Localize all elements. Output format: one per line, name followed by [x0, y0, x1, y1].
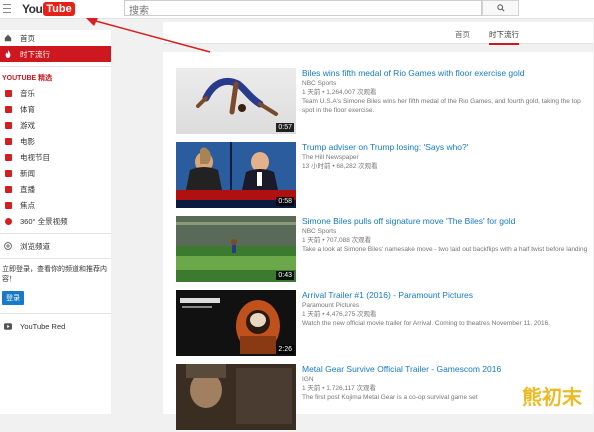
video-description: Team U.S.A's Simone Biles wins her fifth… — [302, 97, 592, 115]
watermark: 熊初末 — [522, 381, 582, 410]
video-info: Arrival Trailer #1 (2016) - Paramount Pi… — [302, 290, 592, 328]
logo-tube: Tube — [43, 2, 74, 16]
home-icon — [4, 34, 12, 42]
divider — [0, 313, 111, 314]
sidebar-item-label: 电视节目 — [20, 152, 50, 163]
sidebar-item-youtube-red[interactable]: YouTube Red — [0, 318, 111, 334]
sidebar-item-label: 时下流行 — [20, 49, 50, 60]
video-title[interactable]: Simone Biles pulls off signature move 'T… — [302, 216, 592, 227]
sidebar-item-movies[interactable]: 电影 — [0, 133, 111, 149]
plus-circle-icon — [4, 242, 12, 250]
sidebar-item-sports[interactable]: 体育 — [0, 101, 111, 117]
video-description: Watch the new official movie trailer for… — [302, 319, 592, 328]
360-icon — [5, 218, 12, 225]
sidebar-item-label: 首页 — [20, 33, 35, 44]
video-list: 0:57 Biles wins fifth medal of Rio Games… — [163, 52, 593, 414]
sidebar-item-label: 电影 — [20, 136, 35, 147]
news-icon — [5, 170, 12, 177]
divider — [0, 233, 111, 234]
tab-home[interactable]: 首页 — [455, 29, 470, 40]
signin-prompt: 立即登录，查看你的频道和推荐内容！ — [0, 263, 111, 287]
video-thumbnail[interactable]: 0:58 — [176, 142, 296, 208]
sidebar-item-tv[interactable]: 电视节目 — [0, 149, 111, 165]
video-meta: 13 小时前 • 68,282 次观看 — [302, 162, 592, 171]
live-icon — [5, 186, 12, 193]
flame-icon — [4, 50, 12, 58]
sidebar-item-label: 360° 全景视频 — [20, 216, 68, 227]
sidebar-item-live[interactable]: 直播 — [0, 181, 111, 197]
sidebar-item-music[interactable]: 音乐 — [0, 85, 111, 101]
logo-you: You — [22, 2, 42, 16]
game-trailer-image — [176, 364, 296, 430]
signin-button[interactable]: 登录 — [2, 291, 24, 305]
sidebar-item-label: 直播 — [20, 184, 35, 195]
video-title[interactable]: Metal Gear Survive Official Trailer - Ga… — [302, 364, 592, 375]
youtube-red-icon — [4, 322, 12, 330]
video-title[interactable]: Arrival Trailer #1 (2016) - Paramount Pi… — [302, 290, 592, 301]
sidebar-item-label: 游戏 — [20, 120, 35, 131]
search-box — [124, 0, 482, 16]
youtube-logo[interactable]: You Tube — [22, 1, 75, 17]
video-duration: 0:43 — [276, 271, 294, 280]
video-meta: 1 天前 • 707,088 次观看 — [302, 236, 592, 245]
menu-icon[interactable] — [3, 4, 11, 14]
spotlight-icon — [5, 202, 12, 209]
video-info: Biles wins fifth medal of Rio Games with… — [302, 68, 592, 115]
sidebar-item-label: 体育 — [20, 104, 35, 115]
video-description: Take a look at Simone Biles' namesake mo… — [302, 245, 592, 254]
video-duration: 0:57 — [276, 123, 294, 132]
tab-trending[interactable]: 时下流行 — [489, 29, 519, 45]
video-title[interactable]: Trump adviser on Trump losing: 'Says who… — [302, 142, 592, 153]
sidebar-item-spotlight[interactable]: 焦点 — [0, 197, 111, 213]
sidebar-item-label: 浏览频道 — [20, 241, 50, 252]
video-channel[interactable]: NBC Sports — [302, 227, 592, 236]
sports-icon — [5, 106, 12, 113]
sidebar-section-title: YOUTUBE 精选 — [0, 71, 111, 85]
video-thumbnail[interactable]: 0:57 — [176, 68, 296, 134]
search-icon — [497, 4, 505, 12]
annotation-arrow — [82, 16, 212, 56]
video-thumbnail[interactable]: 2:26 — [176, 290, 296, 356]
sidebar-item-360[interactable]: 360° 全景视频 — [0, 213, 111, 229]
video-info: Simone Biles pulls off signature move 'T… — [302, 216, 592, 254]
video-duration: 2:26 — [276, 345, 294, 354]
video-thumbnail[interactable]: 0:43 — [176, 216, 296, 282]
video-info: Trump adviser on Trump losing: 'Says who… — [302, 142, 592, 171]
list-item[interactable]: 2:26 Arrival Trailer #1 (2016) - Paramou… — [176, 290, 586, 358]
video-channel[interactable]: NBC Sports — [302, 79, 592, 88]
video-channel[interactable]: Paramount Pictures — [302, 301, 592, 310]
sidebar-item-label: 焦点 — [20, 200, 35, 211]
video-meta: 1 天前 • 1,264,007 次观看 — [302, 88, 592, 97]
divider — [0, 66, 111, 67]
sidebar-item-gaming[interactable]: 游戏 — [0, 117, 111, 133]
sidebar-item-browse-channels[interactable]: 浏览频道 — [0, 238, 111, 254]
list-item[interactable]: 0:57 Biles wins fifth medal of Rio Games… — [176, 68, 586, 136]
sidebar-item-label: 音乐 — [20, 88, 35, 99]
video-thumbnail[interactable] — [176, 364, 296, 430]
video-channel[interactable]: The Hill Newspaper — [302, 153, 592, 162]
video-duration: 0:58 — [276, 197, 294, 206]
gaming-icon — [5, 122, 12, 129]
video-meta: 1 天前 • 4,476,275 次观看 — [302, 310, 592, 319]
sidebar-item-label: YouTube Red — [20, 322, 65, 331]
sidebar: 首页 时下流行 YOUTUBE 精选 音乐 体育 游戏 电影 电视节目 新闻 直… — [0, 30, 111, 414]
video-title[interactable]: Biles wins fifth medal of Rio Games with… — [302, 68, 592, 79]
content-tabs: 首页 时下流行 — [163, 22, 593, 44]
list-item[interactable]: 0:58 Trump adviser on Trump losing: 'Say… — [176, 142, 586, 210]
sidebar-item-label: 新闻 — [20, 168, 35, 179]
sidebar-item-news[interactable]: 新闻 — [0, 165, 111, 181]
list-item[interactable]: 0:43 Simone Biles pulls off signature mo… — [176, 216, 586, 284]
movies-icon — [5, 138, 12, 145]
tv-icon — [5, 154, 12, 161]
music-icon — [5, 90, 12, 97]
search-button[interactable] — [482, 0, 519, 16]
divider — [0, 258, 111, 259]
